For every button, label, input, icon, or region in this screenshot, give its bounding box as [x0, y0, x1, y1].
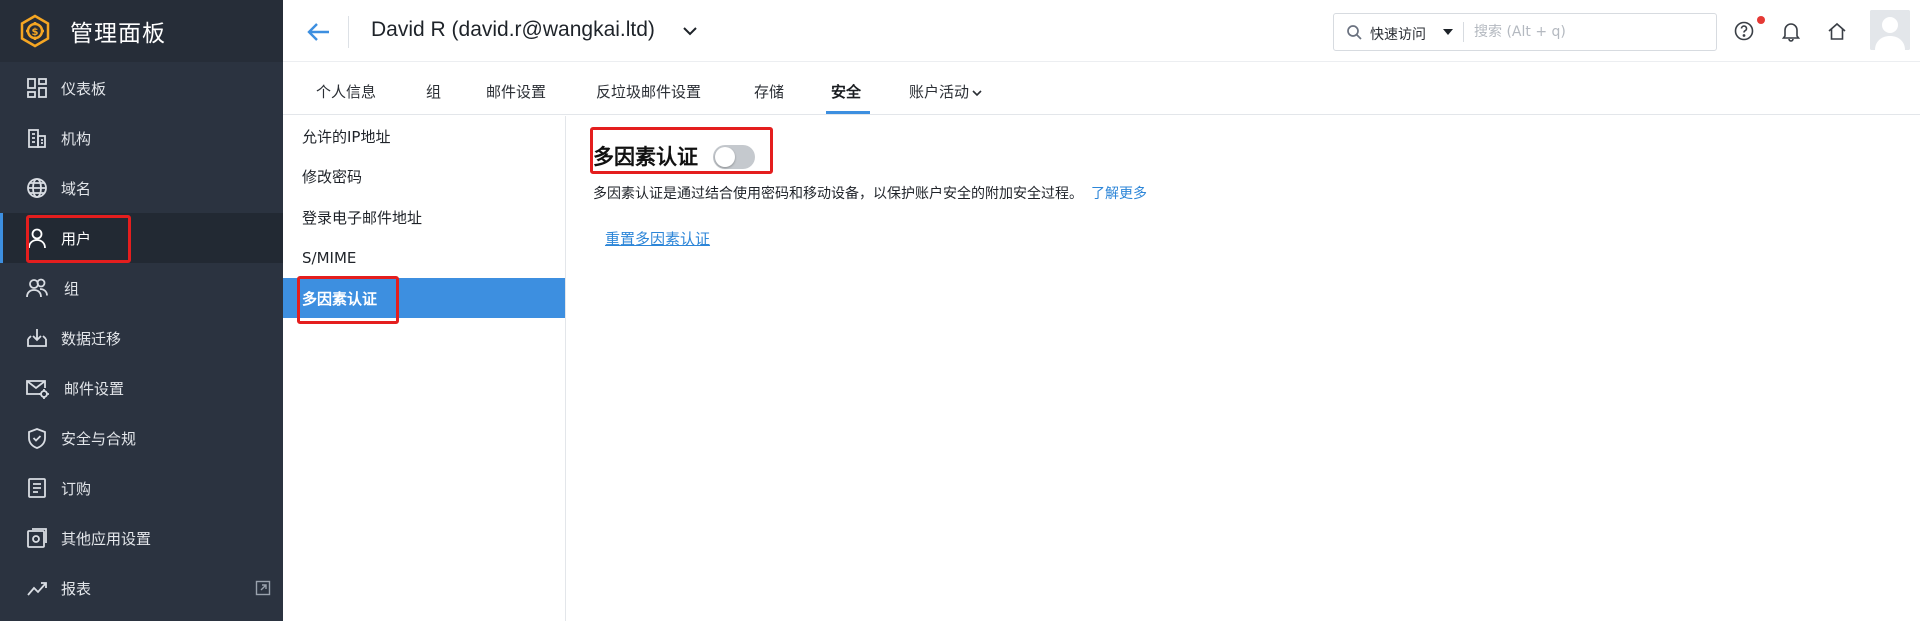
active-tab-indicator — [826, 111, 870, 114]
tab-bar: 个人信息 组 邮件设置 反垃圾邮件设置 存储 安全 账户活动 — [283, 63, 1920, 115]
mfa-description: 多因素认证是通过结合使用密码和移动设备，以保护账户安全的附加安全过程。 了解更多 — [593, 183, 1147, 203]
sidebar-item-subscription[interactable]: 订购 — [0, 463, 283, 513]
sidebar-item-label: 用户 — [61, 229, 92, 248]
sidebar-item-label: 订购 — [61, 479, 92, 498]
header-divider — [348, 16, 349, 48]
trend-chart-icon — [24, 575, 50, 601]
bell-icon[interactable] — [1780, 20, 1802, 42]
svg-text:$: $ — [32, 27, 39, 38]
sidebar-item-label: 组 — [64, 279, 80, 298]
building-icon — [24, 125, 50, 151]
mfa-toggle[interactable] — [713, 145, 755, 169]
tab-account-activity[interactable]: 账户活动 — [909, 81, 983, 102]
submenu-mfa[interactable]: 多因素认证 — [283, 278, 565, 318]
submenu-allowed-ip[interactable]: 允许的IP地址 — [283, 116, 565, 156]
sidebar-item-label: 数据迁移 — [61, 329, 122, 348]
page-title: 多因素认证 — [593, 145, 698, 169]
tab-storage[interactable]: 存储 — [754, 81, 784, 102]
chevron-down-icon[interactable] — [679, 20, 701, 42]
sidebar-item-groups[interactable]: 组 — [0, 263, 283, 313]
notification-dot — [1757, 16, 1765, 24]
reset-mfa-link[interactable]: 重置多因素认证 — [605, 228, 710, 249]
dashboard-icon — [24, 75, 50, 101]
app-settings-icon — [24, 525, 50, 551]
quick-access-divider — [1463, 22, 1464, 42]
mail-settings-icon — [24, 375, 50, 401]
sidebar: $ 管理面板 仪表板 机构 域名 用户 组 数据迁移 邮件设置 安全与合规 订购… — [0, 0, 283, 621]
submenu-smime[interactable]: S/MIME — [283, 238, 565, 278]
tab-groups[interactable]: 组 — [426, 81, 441, 102]
tab-security[interactable]: 安全 — [831, 81, 861, 102]
sidebar-item-domains[interactable]: 域名 — [0, 163, 283, 213]
mfa-panel: 多因素认证 多因素认证是通过结合使用密码和移动设备，以保护账户安全的附加安全过程… — [567, 116, 1920, 621]
sidebar-item-other-app-settings[interactable]: 其他应用设置 — [0, 513, 283, 563]
mfa-description-text: 多因素认证是通过结合使用密码和移动设备，以保护账户安全的附加安全过程。 — [593, 186, 1083, 202]
sidebar-item-label: 邮件设置 — [64, 379, 125, 398]
quick-access-search-box: 快速访问 — [1333, 13, 1717, 51]
chevron-down-icon — [972, 89, 982, 96]
brand-bar: $ 管理面板 — [0, 0, 283, 62]
external-link-icon[interactable] — [255, 580, 271, 596]
tab-personal-info[interactable]: 个人信息 — [316, 81, 376, 102]
brand-title: 管理面板 — [70, 21, 166, 47]
sidebar-item-label: 域名 — [61, 179, 92, 198]
caret-down-icon[interactable] — [1442, 26, 1454, 38]
globe-icon — [24, 175, 50, 201]
avatar[interactable] — [1870, 10, 1910, 50]
sidebar-item-label: 安全与合规 — [61, 429, 137, 448]
sidebar-item-users[interactable]: 用户 — [0, 213, 283, 263]
user-title: David R (david.r@wangkai.ltd) — [371, 18, 655, 41]
tab-account-activity-label: 账户活动 — [909, 83, 970, 101]
sidebar-item-label: 仪表板 — [61, 79, 107, 98]
group-icon — [24, 275, 50, 301]
download-tray-icon — [24, 325, 50, 351]
user-icon — [24, 225, 50, 251]
security-submenu: 允许的IP地址 修改密码 登录电子邮件地址 S/MIME 多因素认证 — [283, 116, 566, 621]
top-header: David R (david.r@wangkai.ltd) 快速访问 — [283, 0, 1920, 62]
help-icon[interactable] — [1733, 20, 1755, 42]
submenu-change-password[interactable]: 修改密码 — [283, 156, 565, 196]
sidebar-item-organization[interactable]: 机构 — [0, 113, 283, 163]
admin-panel-gear-icon: $ — [18, 14, 52, 48]
sidebar-item-reports[interactable]: 报表 — [0, 563, 283, 613]
subscription-doc-icon — [24, 475, 50, 501]
shield-check-icon — [24, 425, 50, 451]
sidebar-item-label: 其他应用设置 — [61, 529, 152, 548]
quick-access-dropdown[interactable]: 快速访问 — [1370, 24, 1426, 44]
search-input[interactable] — [1474, 20, 1704, 44]
sidebar-item-dashboard[interactable]: 仪表板 — [0, 63, 283, 113]
sidebar-item-mail-settings[interactable]: 邮件设置 — [0, 363, 283, 413]
sidebar-item-security-compliance[interactable]: 安全与合规 — [0, 413, 283, 463]
tab-mail-settings[interactable]: 邮件设置 — [486, 81, 546, 102]
learn-more-link[interactable]: 了解更多 — [1091, 186, 1147, 202]
submenu-login-email[interactable]: 登录电子邮件地址 — [283, 197, 565, 237]
home-icon[interactable] — [1826, 20, 1848, 42]
search-icon — [1347, 25, 1362, 40]
tab-spam-settings[interactable]: 反垃圾邮件设置 — [596, 81, 701, 102]
sidebar-item-label: 报表 — [61, 579, 92, 598]
sidebar-item-data-migration[interactable]: 数据迁移 — [0, 313, 283, 363]
app-window: $ 管理面板 仪表板 机构 域名 用户 组 数据迁移 邮件设置 安全与合规 订购… — [0, 0, 1920, 621]
toggle-knob — [715, 147, 735, 167]
sidebar-item-label: 机构 — [61, 129, 92, 148]
back-arrow-icon[interactable] — [305, 18, 333, 46]
